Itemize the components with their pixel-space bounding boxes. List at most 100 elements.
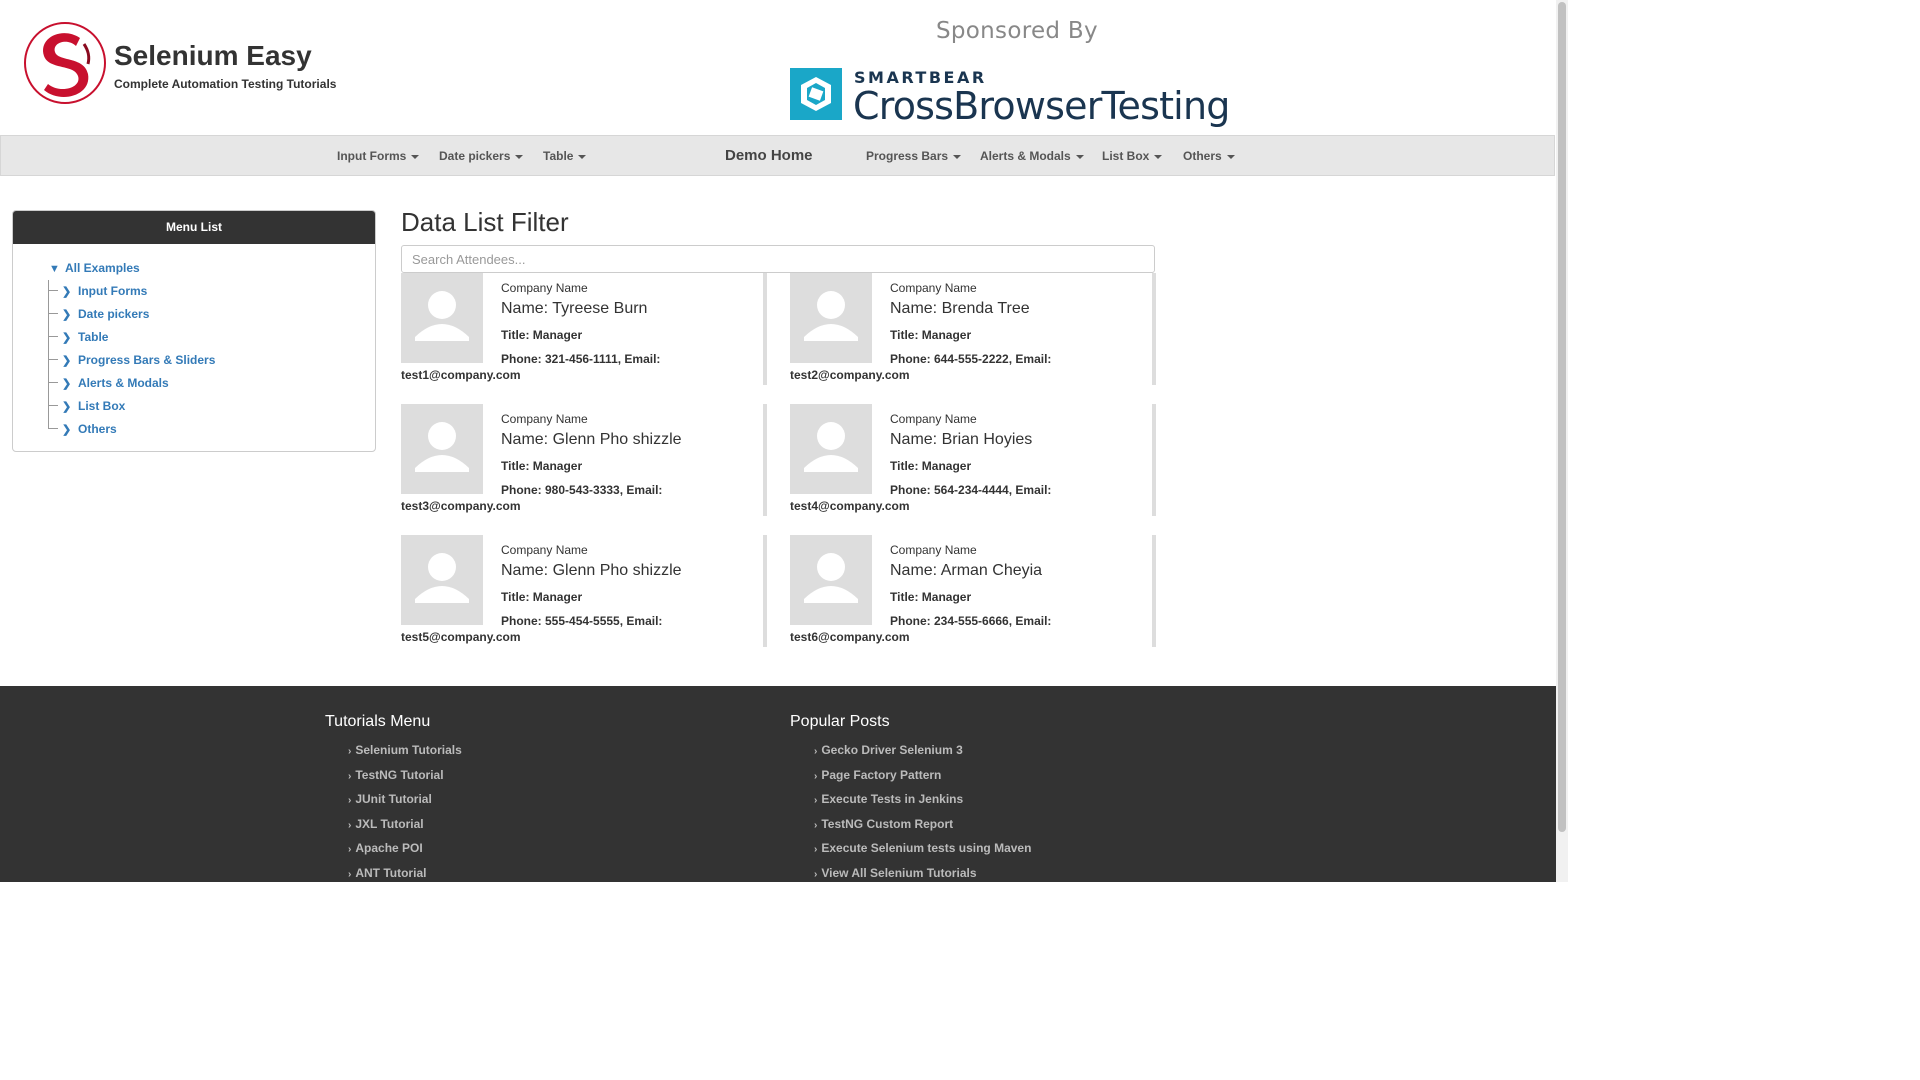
nav-table[interactable]: Table — [543, 149, 587, 163]
chevron-right-icon: ❯ — [62, 286, 72, 298]
arrow-right-icon: › — [348, 771, 352, 782]
attendee-card: Company Name Name: Brian Hoyies Title: M… — [790, 404, 1156, 516]
arrow-right-icon: › — [814, 771, 818, 782]
footer-link-label: Apache POI — [355, 841, 423, 855]
footer-link-label: TestNG Custom Report — [821, 817, 954, 831]
arrow-right-icon: › — [348, 820, 352, 831]
sponsor-brand-name[interactable]: CrossBrowserTesting — [853, 84, 1230, 128]
arrow-right-icon: › — [348, 844, 352, 855]
sidebar-item-input-forms[interactable]: ❯ Input Forms — [62, 284, 147, 298]
site-title[interactable]: Selenium Easy — [114, 40, 312, 72]
attendee-phone: Phone: 234-555-6666, Email: — [890, 614, 1052, 628]
sidebar-item-date-pickers[interactable]: ❯ Date pickers — [62, 307, 149, 321]
nav-list-box[interactable]: List Box — [1102, 149, 1163, 163]
tree-connector — [48, 428, 58, 429]
sidebar-item-label: Table — [78, 330, 109, 344]
footer-link-testng-report[interactable]: › TestNG Custom Report — [814, 817, 953, 831]
attendee-title: Title: Manager — [890, 459, 972, 473]
nav-label: List Box — [1102, 149, 1150, 163]
attendee-phone: Phone: 321-456-1111, Email: — [501, 352, 661, 366]
tree-connector — [48, 382, 58, 383]
crossbrowsertesting-logo-icon[interactable] — [790, 68, 842, 120]
sidebar-item-list-box[interactable]: ❯ List Box — [62, 399, 125, 413]
chevron-right-icon: ❯ — [62, 401, 72, 413]
attendee-title: Title: Manager — [501, 459, 583, 473]
footer-link-gecko-driver[interactable]: › Gecko Driver Selenium 3 — [814, 743, 963, 757]
caret-down-icon — [411, 154, 420, 159]
attendee-card: Company Name Name: Tyreese Burn Title: M… — [401, 273, 767, 385]
nav-progress-bars[interactable]: Progress Bars — [866, 149, 962, 163]
footer-link-label: Page Factory Pattern — [821, 768, 942, 782]
company-name: Company Name — [501, 412, 588, 426]
sidebar-item-others[interactable]: ❯ Others — [62, 422, 117, 436]
footer-link-ant-tutorial[interactable]: › ANT Tutorial — [348, 866, 426, 880]
page-scrollbar[interactable] — [1556, 0, 1568, 882]
tree-root-label: All Examples — [65, 261, 140, 275]
nav-label: Table — [543, 149, 574, 163]
footer-link-selenium-tutorials[interactable]: › Selenium Tutorials — [348, 743, 462, 757]
nav-alerts-modals[interactable]: Alerts & Modals — [980, 149, 1084, 163]
tree-connector — [48, 313, 58, 314]
arrow-right-icon: › — [348, 869, 352, 880]
top-navbar: Input Forms Date pickers Table Demo Home… — [0, 135, 1555, 176]
attendee-email: test1@company.com — [401, 368, 521, 382]
caret-down-icon — [578, 154, 587, 159]
search-attendees-input[interactable] — [401, 245, 1155, 273]
attendee-title: Title: Manager — [501, 590, 583, 604]
attendee-phone: Phone: 564-234-4444, Email: — [890, 483, 1052, 497]
nav-date-pickers[interactable]: Date pickers — [439, 149, 524, 163]
footer-link-page-factory[interactable]: › Page Factory Pattern — [814, 768, 941, 782]
arrow-right-icon: › — [814, 869, 818, 880]
footer-link-label: ANT Tutorial — [355, 866, 427, 880]
company-name: Company Name — [890, 281, 977, 295]
tree-connector — [48, 336, 58, 337]
sidebar-item-progress-bars[interactable]: ❯ Progress Bars & Sliders — [62, 353, 215, 367]
tree-connector — [48, 359, 58, 360]
footer-link-jxl-tutorial[interactable]: › JXL Tutorial — [348, 817, 424, 831]
arrow-right-icon: › — [348, 746, 352, 757]
footer-link-maven[interactable]: › Execute Selenium tests using Maven — [814, 841, 1031, 855]
attendee-title: Title: Manager — [890, 590, 972, 604]
attendee-name: Name: Glenn Pho shizzle — [501, 562, 682, 579]
footer-link-apache-poi[interactable]: › Apache POI — [348, 841, 423, 855]
company-name: Company Name — [890, 412, 977, 426]
footer-link-label: Selenium Tutorials — [355, 743, 462, 757]
attendee-name: Name: Glenn Pho shizzle — [501, 431, 682, 448]
tree-connector — [48, 290, 58, 291]
nav-label: Progress Bars — [866, 149, 949, 163]
footer-link-label: Execute Tests in Jenkins — [821, 792, 964, 806]
company-name: Company Name — [890, 543, 977, 557]
arrow-right-icon: › — [814, 844, 818, 855]
nav-others[interactable]: Others — [1183, 149, 1235, 163]
attendee-title: Title: Manager — [890, 328, 972, 342]
caret-down-icon — [1075, 154, 1084, 159]
caret-down-icon — [953, 154, 962, 159]
popular-posts-heading: Popular Posts — [790, 713, 890, 730]
sidebar-item-label: Input Forms — [78, 284, 148, 298]
sidebar-item-table[interactable]: ❯ Table — [62, 330, 108, 344]
footer-link-junit-tutorial[interactable]: › JUnit Tutorial — [348, 792, 432, 806]
tree-all-examples[interactable]: ▼ All Examples — [49, 261, 140, 275]
scrollbar-thumb[interactable] — [1558, 2, 1566, 832]
nav-input-forms[interactable]: Input Forms — [337, 149, 420, 163]
sidebar-item-alerts-modals[interactable]: ❯ Alerts & Modals — [62, 376, 169, 390]
attendee-card: Company Name Name: Glenn Pho shizzle Tit… — [401, 535, 767, 647]
sidebar-item-label: List Box — [78, 399, 126, 413]
footer-link-jenkins[interactable]: › Execute Tests in Jenkins — [814, 792, 963, 806]
avatar-placeholder — [401, 404, 483, 494]
attendee-card: Company Name Name: Arman Cheyia Title: M… — [790, 535, 1156, 647]
nav-label: Date pickers — [439, 149, 511, 163]
tutorials-menu-heading: Tutorials Menu — [325, 713, 431, 730]
selenium-easy-logo[interactable] — [22, 20, 108, 106]
arrow-right-icon: › — [814, 820, 818, 831]
arrow-right-icon: › — [814, 746, 818, 757]
caret-down-icon — [1154, 154, 1163, 159]
nav-demo-home[interactable]: Demo Home — [725, 147, 813, 164]
nav-label: Input Forms — [337, 149, 407, 163]
footer-link-testng-tutorial[interactable]: › TestNG Tutorial — [348, 768, 444, 782]
attendee-email: test5@company.com — [401, 630, 521, 644]
footer-link-label: View All Selenium Tutorials — [821, 866, 977, 880]
attendee-phone: Phone: 980-543-3333, Email: — [501, 483, 663, 497]
caret-down-icon — [515, 154, 524, 159]
footer-link-view-all[interactable]: › View All Selenium Tutorials — [814, 866, 977, 880]
